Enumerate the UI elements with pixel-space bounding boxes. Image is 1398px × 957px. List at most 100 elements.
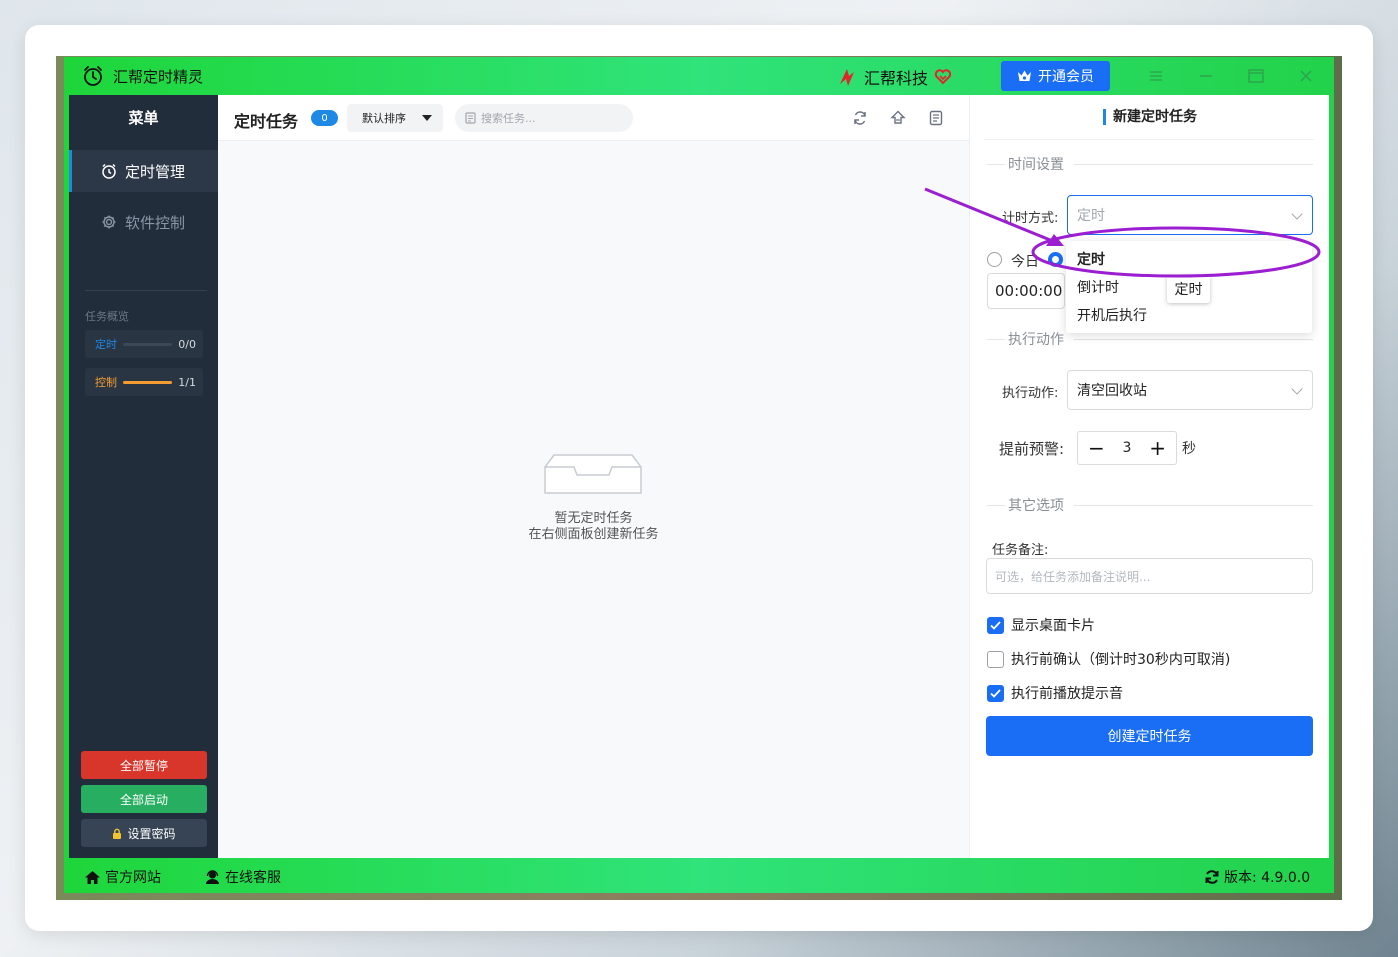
sidebar-item-label: 定时管理 <box>125 162 186 181</box>
checkbox[interactable] <box>987 684 1004 702</box>
document-search-icon <box>465 112 476 124</box>
stat-progress-bar <box>123 380 173 384</box>
dropdown-option-countdown[interactable]: 倒计时 <box>1077 277 1119 297</box>
section-label: 执行动作 <box>1008 332 1064 348</box>
empty-hint: 在右侧面板创建新任务 <box>528 527 659 542</box>
sidebar: 菜单 定时管理 软件控制 任务概览 定时 0/0 控制 1/1 全部暂停 全部启… <box>69 95 218 858</box>
website-label: 官方网站 <box>105 870 161 886</box>
checkbox-confirm[interactable]: 执行前确认（倒计时30秒内可取消) <box>987 649 1230 669</box>
pause-all-button[interactable]: 全部暂停 <box>81 751 207 779</box>
sidebar-item-software-control[interactable]: 软件控制 <box>69 201 218 243</box>
home-icon <box>85 870 100 884</box>
create-task-button[interactable]: 创建定时任务 <box>986 716 1313 756</box>
task-count-badge: 0 <box>311 110 338 126</box>
task-list-header: 定时任务 0 默认排序 搜索任务... <box>218 95 969 141</box>
pause-all-label: 全部暂停 <box>119 758 168 773</box>
version-info[interactable]: 版本: 4.9.0.0 <box>1204 867 1310 887</box>
vip-button-label: 开通会员 <box>1038 69 1094 85</box>
decrement-button[interactable]: − <box>1088 438 1105 458</box>
close-icon[interactable] <box>1294 65 1318 87</box>
set-password-label: 设置密码 <box>127 826 176 841</box>
tooltip: 定时 <box>1167 275 1210 303</box>
note-input[interactable]: 可选，给任务添加备注说明... <box>986 558 1313 594</box>
brand-name: 汇帮科技 <box>864 69 929 88</box>
refresh-icon[interactable] <box>852 110 868 126</box>
search-placeholder: 搜索任务... <box>481 112 536 125</box>
timing-mode-label: 计时方式: <box>1002 211 1059 226</box>
heart-badge-icon <box>934 69 952 85</box>
note-label: 任务备注: <box>992 543 1049 558</box>
checkbox-sound[interactable]: 执行前播放提示音 <box>987 683 1123 703</box>
section-label: 时间设置 <box>1008 157 1064 173</box>
task-list-area: 定时任务 0 默认排序 搜索任务... 暂无定时任务 在右侧面板创建新任务 <box>218 95 969 858</box>
support-label: 在线客服 <box>225 870 281 886</box>
checkbox-show-card[interactable]: 显示桌面卡片 <box>987 615 1095 635</box>
checkbox[interactable] <box>987 616 1004 634</box>
time-value: 00:00:00 <box>995 282 1063 300</box>
chevron-down-icon <box>1291 383 1303 395</box>
increment-button[interactable]: + <box>1149 438 1166 458</box>
stat-value: 1/1 <box>178 375 196 389</box>
section-other: 其它选项 <box>987 495 1313 515</box>
stat-label: 控制 <box>95 376 117 389</box>
support-link[interactable]: 在线客服 <box>204 867 281 887</box>
checkbox-label: 执行前确认（倒计时30秒内可取消) <box>1011 652 1231 668</box>
content-area: 菜单 定时管理 软件控制 任务概览 定时 0/0 控制 1/1 全部暂停 全部启… <box>69 95 1329 858</box>
sidebar-item-label: 软件控制 <box>125 213 186 232</box>
action-label: 执行动作: <box>1002 386 1059 401</box>
empty-inbox-icon <box>544 454 642 494</box>
sort-select[interactable]: 默认排序 <box>347 104 443 132</box>
stat-row-control: 控制 1/1 <box>85 368 203 396</box>
stat-value: 0/0 <box>178 337 196 351</box>
search-input[interactable]: 搜索任务... <box>455 104 633 132</box>
brand-logo-icon <box>840 69 854 86</box>
vip-button[interactable]: 开通会员 <box>1001 61 1110 91</box>
title-bar[interactable]: 汇帮定时精灵 汇帮科技 开通会员 <box>64 57 1334 95</box>
radio-other-date[interactable] <box>1048 252 1063 267</box>
brand: 汇帮科技 <box>836 65 952 89</box>
checkbox[interactable] <box>987 650 1004 668</box>
minimize-icon[interactable] <box>1194 65 1218 87</box>
lock-icon <box>113 828 122 839</box>
menu-icon[interactable] <box>1144 65 1168 87</box>
section-label: 其它选项 <box>1008 498 1064 514</box>
gear-icon <box>102 215 116 229</box>
customer-service-icon <box>206 869 219 884</box>
warn-stepper[interactable]: − 3 + <box>1077 431 1177 465</box>
clear-icon[interactable] <box>890 110 906 126</box>
sidebar-item-timer-management[interactable]: 定时管理 <box>69 150 218 192</box>
dropdown-option-on-boot[interactable]: 开机后执行 <box>1077 305 1147 325</box>
empty-title: 暂无定时任务 <box>554 511 633 526</box>
warn-label: 提前预警: <box>999 440 1065 458</box>
check-icon <box>990 620 1001 630</box>
divider <box>984 139 1314 140</box>
website-link[interactable]: 官方网站 <box>84 867 161 887</box>
note-placeholder: 可选，给任务添加备注说明... <box>995 569 1151 584</box>
stat-label: 定时 <box>95 338 117 351</box>
alarm-clock-icon <box>102 163 116 179</box>
app-window: 汇帮定时精灵 汇帮科技 开通会员 菜单 定时管理 软件控制 任务概览 定时 0/… <box>64 57 1334 893</box>
radio-today[interactable] <box>987 252 1002 267</box>
menu-title: 菜单 <box>128 109 159 127</box>
create-task-label: 创建定时任务 <box>1107 729 1192 745</box>
stat-progress-bar <box>123 342 173 346</box>
set-password-button[interactable]: 设置密码 <box>81 819 207 847</box>
new-task-panel: 新建定时任务 时间设置 计时方式: 定时 今日 00:00:00 执行动作 执行… <box>969 95 1329 858</box>
action-select[interactable]: 清空回收站 <box>1067 370 1313 410</box>
checkbox-label: 显示桌面卡片 <box>1011 618 1095 634</box>
dropdown-option-timer[interactable]: 定时 <box>1077 249 1105 269</box>
sort-label: 默认排序 <box>362 112 406 125</box>
overview-label: 任务概览 <box>85 310 129 323</box>
caret-down-icon <box>422 115 432 121</box>
timing-mode-select[interactable]: 定时 <box>1067 195 1313 235</box>
start-all-button[interactable]: 全部启动 <box>81 785 207 813</box>
crown-icon <box>1018 70 1031 81</box>
time-input[interactable]: 00:00:00 <box>987 273 1065 309</box>
warn-value: 3 <box>1122 440 1132 456</box>
maximize-icon[interactable] <box>1244 65 1268 87</box>
panel-title: 新建定时任务 <box>1103 109 1197 125</box>
log-icon[interactable] <box>928 110 944 126</box>
timing-mode-value: 定时 <box>1077 208 1105 224</box>
version-label: 版本: 4.9.0.0 <box>1224 870 1311 886</box>
chevron-down-icon <box>1291 208 1303 220</box>
